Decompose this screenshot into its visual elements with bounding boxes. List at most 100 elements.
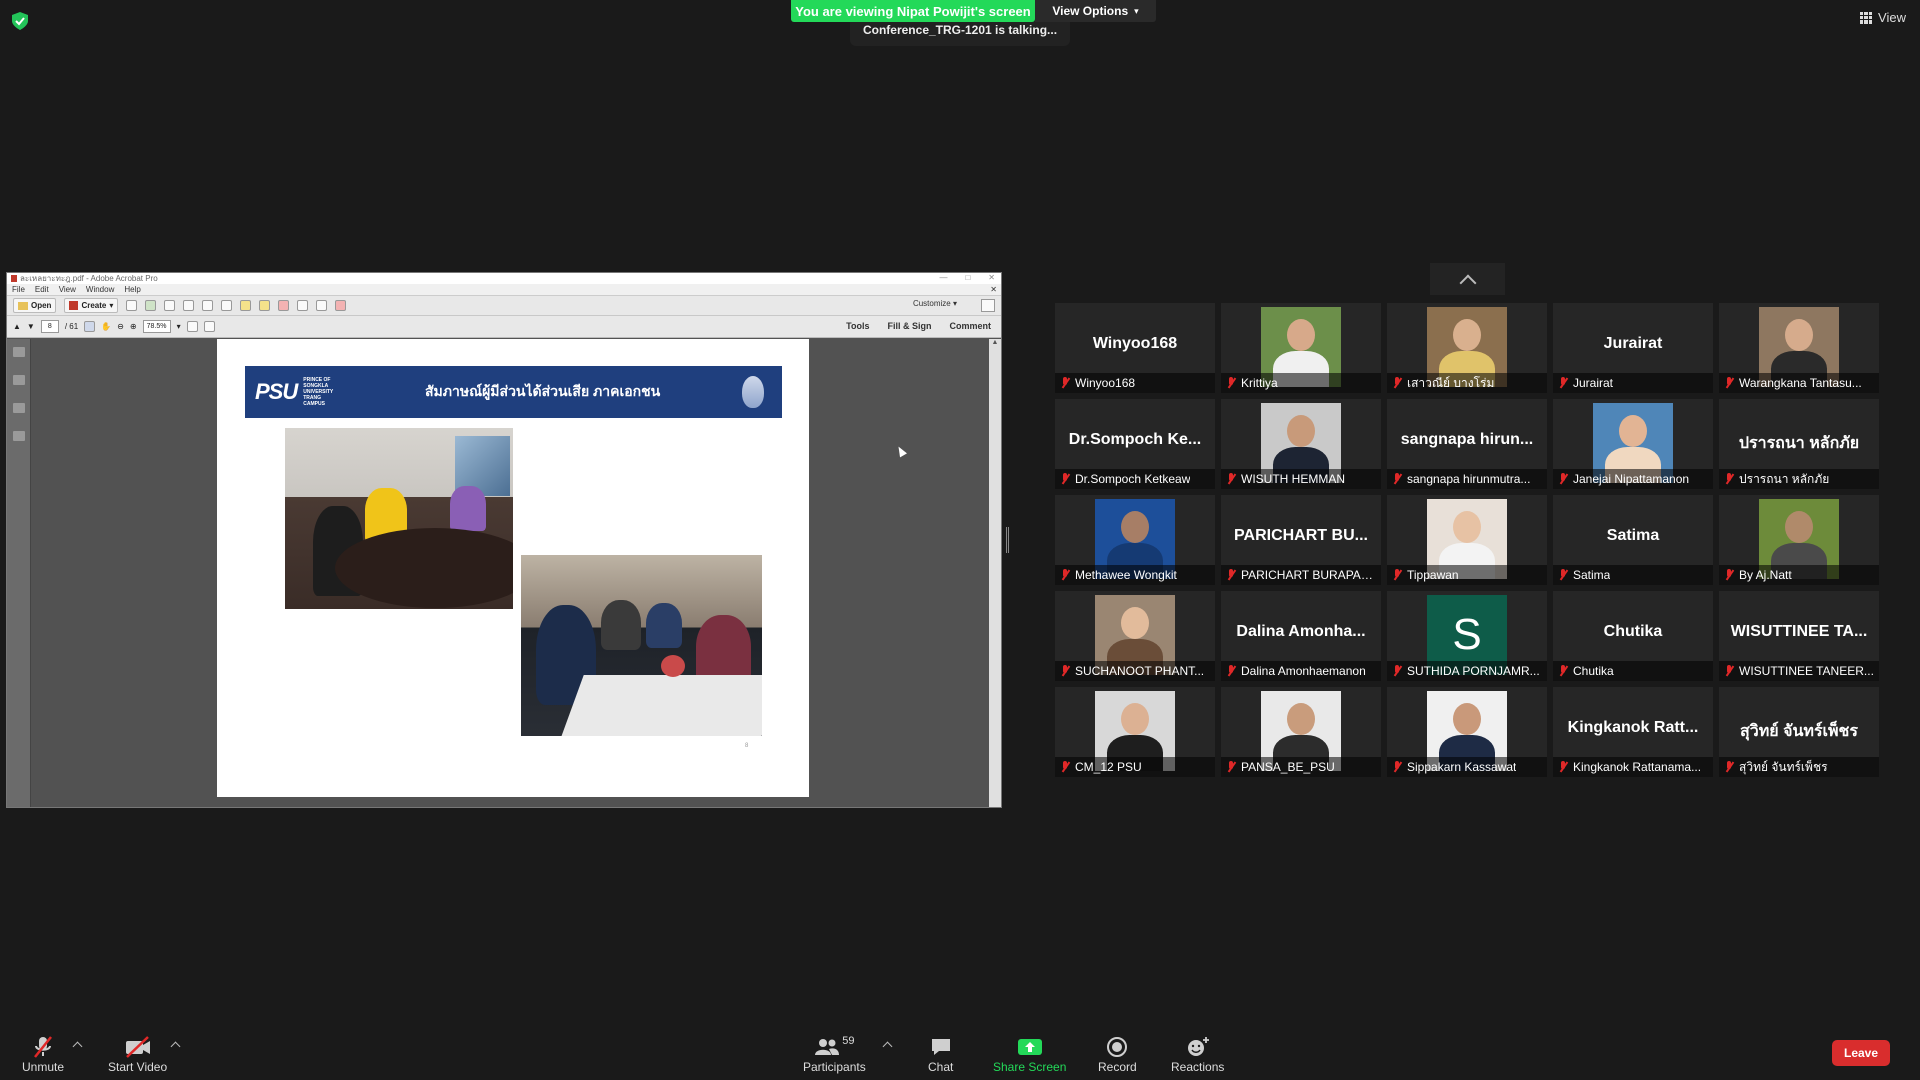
- muted-mic-icon: [1227, 377, 1236, 389]
- muted-mic-icon: [1227, 569, 1236, 581]
- attachments-icon[interactable]: [12, 431, 25, 441]
- participant-tile[interactable]: Kingkanok Ratt... Kingkanok Rattanama...: [1553, 687, 1713, 777]
- participants-button[interactable]: 59 Participants: [803, 1034, 866, 1074]
- edit-icon[interactable]: [183, 300, 195, 311]
- menu-help[interactable]: Help: [124, 285, 140, 294]
- comment-link[interactable]: Comment: [947, 321, 993, 331]
- tools-link[interactable]: Tools: [844, 321, 871, 331]
- comment-icon[interactable]: [240, 300, 252, 311]
- shared-screen[interactable]: ละเหลยาะทะฎ.pdf - Adobe Acrobat Pro — □ …: [6, 272, 1002, 808]
- gallery-collapse-button[interactable]: [1430, 263, 1505, 295]
- participant-tile[interactable]: Winyoo168 Winyoo168: [1055, 303, 1215, 393]
- fit-width-icon[interactable]: [203, 321, 215, 332]
- participant-display-name: WISUTTINEE TA...: [1730, 623, 1868, 640]
- participant-tile[interactable]: ปรารถนา หลักภัย ปรารถนา หลักภัย: [1719, 399, 1879, 489]
- hand-tool-icon[interactable]: ✋: [101, 322, 111, 331]
- leave-label: Leave: [1843, 1046, 1879, 1060]
- participant-tile[interactable]: Krittiya: [1221, 303, 1381, 393]
- acrobat-menubar: File Edit View Window Help ✕: [7, 284, 1001, 296]
- muted-mic-icon: [1725, 377, 1734, 389]
- email-icon[interactable]: [202, 300, 214, 311]
- participant-tile[interactable]: By Aj.Natt: [1719, 495, 1879, 585]
- participant-tile[interactable]: WISUTTINEE TA... WISUTTINEE TANEER...: [1719, 591, 1879, 681]
- start-video-button[interactable]: Start Video: [108, 1034, 167, 1074]
- participant-tile[interactable]: Dr.Sompoch Ke... Dr.Sompoch Ketkeaw: [1055, 399, 1215, 489]
- participant-tile[interactable]: PANSA_BE_PSU: [1221, 687, 1381, 777]
- bookmarks-icon[interactable]: [12, 375, 25, 385]
- participant-tile[interactable]: S SUTHIDA PORNJAMR...: [1387, 591, 1547, 681]
- document-area[interactable]: PSU PRINCE OF SONGKLA UNIVERSITY TRANG C…: [7, 339, 1001, 807]
- participant-tile[interactable]: Dalina Amonha... Dalina Amonhaemanon: [1221, 591, 1381, 681]
- open-button[interactable]: Open: [13, 298, 57, 313]
- zoom-input[interactable]: 78.5%: [142, 320, 171, 333]
- leave-button[interactable]: Leave: [1832, 1040, 1890, 1066]
- participant-tile[interactable]: PARICHART BU... PARICHART BURAPASI...: [1221, 495, 1381, 585]
- prev-page-icon[interactable]: ▲: [13, 322, 21, 331]
- vertical-scrollbar[interactable]: ▲: [989, 339, 1001, 807]
- audio-options-caret-icon[interactable]: [72, 1041, 83, 1052]
- participant-tile[interactable]: สุวิทย์ จันทร์เพ็ชร สุวิทย์ จันทร์เพ็ชร: [1719, 687, 1879, 777]
- participant-tile[interactable]: เสาวณีย์ บางโร่ม: [1387, 303, 1547, 393]
- highlight-icon[interactable]: [259, 300, 271, 311]
- expand-icon[interactable]: [981, 299, 995, 312]
- stamp-icon[interactable]: [278, 300, 290, 311]
- signatures-icon[interactable]: [12, 403, 25, 413]
- unmute-button[interactable]: Unmute: [22, 1034, 64, 1074]
- participant-tile[interactable]: Tippawan: [1387, 495, 1547, 585]
- export-icon[interactable]: [316, 300, 328, 311]
- participant-tile[interactable]: Sippakarn Kassawat: [1387, 687, 1547, 777]
- shield-check-icon[interactable]: [12, 12, 28, 30]
- participant-tile[interactable]: sangnapa hirun... sangnapa hirunmutra...: [1387, 399, 1547, 489]
- menu-window[interactable]: Window: [86, 285, 114, 294]
- zoom-in-icon[interactable]: ⊕: [130, 322, 137, 331]
- page-number-input[interactable]: 8: [40, 320, 59, 333]
- participant-tile[interactable]: WISUTH HEMMAN: [1221, 399, 1381, 489]
- participant-tile[interactable]: Satima Satima: [1553, 495, 1713, 585]
- page-total-label: / 61: [64, 322, 79, 331]
- participants-options-caret-icon[interactable]: [882, 1041, 893, 1052]
- participant-tile[interactable]: Chutika Chutika: [1553, 591, 1713, 681]
- fit-page-icon[interactable]: [186, 321, 198, 332]
- participant-tile[interactable]: CM_12 PSU: [1055, 687, 1215, 777]
- fill-sign-link[interactable]: Fill & Sign: [885, 321, 933, 331]
- participant-tile[interactable]: SUCHANOOT PHANT...: [1055, 591, 1215, 681]
- pages-icon[interactable]: [12, 347, 25, 357]
- zoom-out-icon[interactable]: ⊖: [117, 322, 124, 331]
- record-button[interactable]: Record: [1098, 1034, 1137, 1074]
- create-button[interactable]: Create ▾: [64, 298, 119, 313]
- close-icon[interactable]: ✕: [988, 273, 995, 282]
- restore-icon[interactable]: □: [965, 273, 970, 282]
- close-document-icon[interactable]: ✕: [990, 285, 997, 294]
- print-icon[interactable]: [164, 300, 176, 311]
- next-page-icon[interactable]: ▼: [27, 322, 35, 331]
- settings-icon[interactable]: [221, 300, 233, 311]
- save-icon[interactable]: [126, 300, 138, 311]
- participant-tile[interactable]: Methawee Wongkit: [1055, 495, 1215, 585]
- cloud-icon[interactable]: [145, 300, 157, 311]
- chevron-up-icon: [1459, 274, 1476, 292]
- participant-display-name: Dr.Sompoch Ke...: [1068, 431, 1202, 448]
- reactions-button[interactable]: Reactions: [1171, 1034, 1224, 1074]
- chat-button[interactable]: Chat: [928, 1034, 953, 1074]
- zoom-dropdown-icon[interactable]: ▾: [177, 322, 181, 331]
- participant-tile[interactable]: Warangkana Tantasu...: [1719, 303, 1879, 393]
- participant-tile[interactable]: Janejai Nipattamanon: [1553, 399, 1713, 489]
- menu-file[interactable]: File: [12, 285, 25, 294]
- participant-name: Winyoo168: [1075, 376, 1136, 390]
- share-screen-button[interactable]: Share Screen: [993, 1034, 1066, 1074]
- video-options-caret-icon[interactable]: [170, 1041, 181, 1052]
- combine-icon[interactable]: [297, 300, 309, 311]
- viewing-banner-text: You are viewing Nipat Powijit's screen: [795, 3, 1031, 19]
- participant-photo-head: [1287, 319, 1315, 351]
- split-divider-handle[interactable]: [1006, 527, 1009, 553]
- scroll-up-icon[interactable]: ▲: [989, 339, 1001, 346]
- view-button[interactable]: View: [1860, 10, 1906, 25]
- customize-dropdown[interactable]: Customize ▾: [913, 299, 957, 308]
- protect-icon[interactable]: [335, 300, 347, 311]
- view-options-button[interactable]: View Options ▾: [1035, 0, 1156, 22]
- menu-view[interactable]: View: [59, 285, 76, 294]
- select-tool-icon[interactable]: [84, 321, 96, 332]
- participant-tile[interactable]: Jurairat Jurairat: [1553, 303, 1713, 393]
- menu-edit[interactable]: Edit: [35, 285, 49, 294]
- minimize-icon[interactable]: —: [939, 273, 947, 282]
